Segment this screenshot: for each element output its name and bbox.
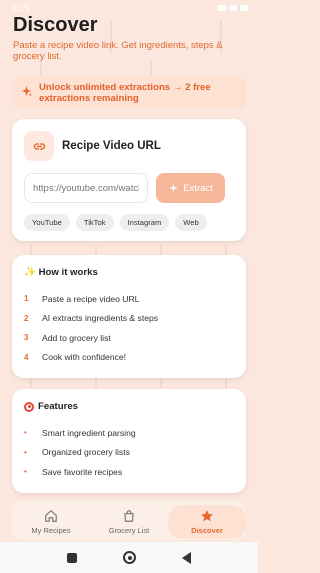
list-item: • Save favorite recipes — [24, 462, 234, 482]
target-icon — [24, 401, 34, 412]
step-text: AI extracts ingredients & steps — [42, 313, 159, 324]
page-subtitle: Paste a recipe video link. Get ingredien… — [13, 40, 223, 62]
sparkle-icon — [20, 85, 33, 101]
list-item: 3 Add to grocery list — [24, 328, 234, 348]
step-text: Add to grocery list — [42, 332, 111, 343]
signal-icon — [218, 5, 226, 11]
header: Discover Paste a recipe video link. Get … — [13, 14, 245, 62]
list-item: 4 Cook with confidence! — [24, 348, 234, 368]
home-button[interactable] — [123, 551, 136, 564]
tab-label: Grocery List — [108, 526, 150, 535]
upgrade-banner[interactable]: Unlock unlimited extractions → 2 free ex… — [12, 77, 246, 109]
bullet: • — [24, 467, 27, 477]
sparkle-icon — [169, 183, 178, 192]
bullet: • — [24, 447, 27, 457]
features-card: Features • Smart ingredient parsing • Or… — [12, 389, 246, 493]
how-it-works-title: ✨ How it works — [24, 267, 98, 278]
banner-text: Unlock unlimited extractions → 2 free ex… — [39, 82, 211, 104]
status-time: 10:28 — [10, 3, 31, 13]
bullet: • — [24, 428, 27, 438]
features-list: • Smart ingredient parsing • Organized g… — [24, 423, 234, 482]
list-item: 2 AI extracts ingredients & steps — [24, 309, 234, 329]
recents-button[interactable] — [67, 552, 77, 563]
step-number: 2 — [24, 313, 29, 323]
list-item: • Organized grocery lists — [24, 443, 234, 463]
tab-discover[interactable]: Discover — [168, 505, 246, 539]
chip-tiktok[interactable]: TikTok — [75, 214, 114, 231]
system-nav-bar — [0, 542, 258, 573]
bottom-tab-bar: My Recipes Grocery List Discover — [12, 500, 246, 540]
home-icon — [45, 510, 57, 522]
steps-list: 1 Paste a recipe video URL 2 AI extracts… — [24, 289, 234, 367]
tab-grocery-list[interactable]: Grocery List — [94, 509, 164, 535]
star-icon — [201, 510, 213, 522]
extract-label: Extract — [183, 182, 213, 194]
shopping-bag-icon — [124, 510, 134, 522]
step-text: Cook with confidence! — [42, 352, 127, 363]
feature-text: Smart ingredient parsing — [42, 427, 136, 438]
platform-chips: YouTube TikTok Instagram Web — [24, 214, 234, 231]
page-title: Discover — [13, 14, 98, 36]
extract-button[interactable]: Extract — [156, 173, 225, 203]
battery-icon — [240, 5, 248, 11]
feature-text: Save favorite recipes — [42, 466, 123, 477]
chip-instagram[interactable]: Instagram — [119, 214, 170, 231]
how-it-works-card: ✨ How it works 1 Paste a recipe video UR… — [12, 255, 246, 378]
features-heading: Features — [24, 401, 234, 412]
recipe-url-card: Recipe Video URL Extract YouTube TikTok … — [12, 119, 246, 241]
step-number: 1 — [24, 294, 29, 304]
list-item: • Smart ingredient parsing — [24, 423, 234, 443]
tab-label: Discover — [191, 526, 223, 535]
url-card-title: Recipe Video URL — [62, 140, 161, 152]
chip-youtube[interactable]: YouTube — [24, 214, 70, 231]
recipe-url-input[interactable] — [24, 173, 148, 203]
status-icons — [218, 5, 248, 11]
features-title: Features — [38, 401, 78, 412]
list-item: 1 Paste a recipe video URL — [24, 289, 234, 309]
link-icon — [24, 131, 54, 161]
feature-text: Organized grocery lists — [42, 447, 130, 458]
step-text: Paste a recipe video URL — [42, 293, 140, 304]
step-number: 4 — [24, 352, 29, 362]
tab-label: My Recipes — [31, 526, 71, 535]
back-button[interactable] — [182, 551, 191, 564]
step-number: 3 — [24, 333, 29, 343]
tab-my-recipes[interactable]: My Recipes — [16, 509, 86, 535]
wifi-icon — [229, 5, 237, 11]
chip-web[interactable]: Web — [175, 214, 207, 231]
